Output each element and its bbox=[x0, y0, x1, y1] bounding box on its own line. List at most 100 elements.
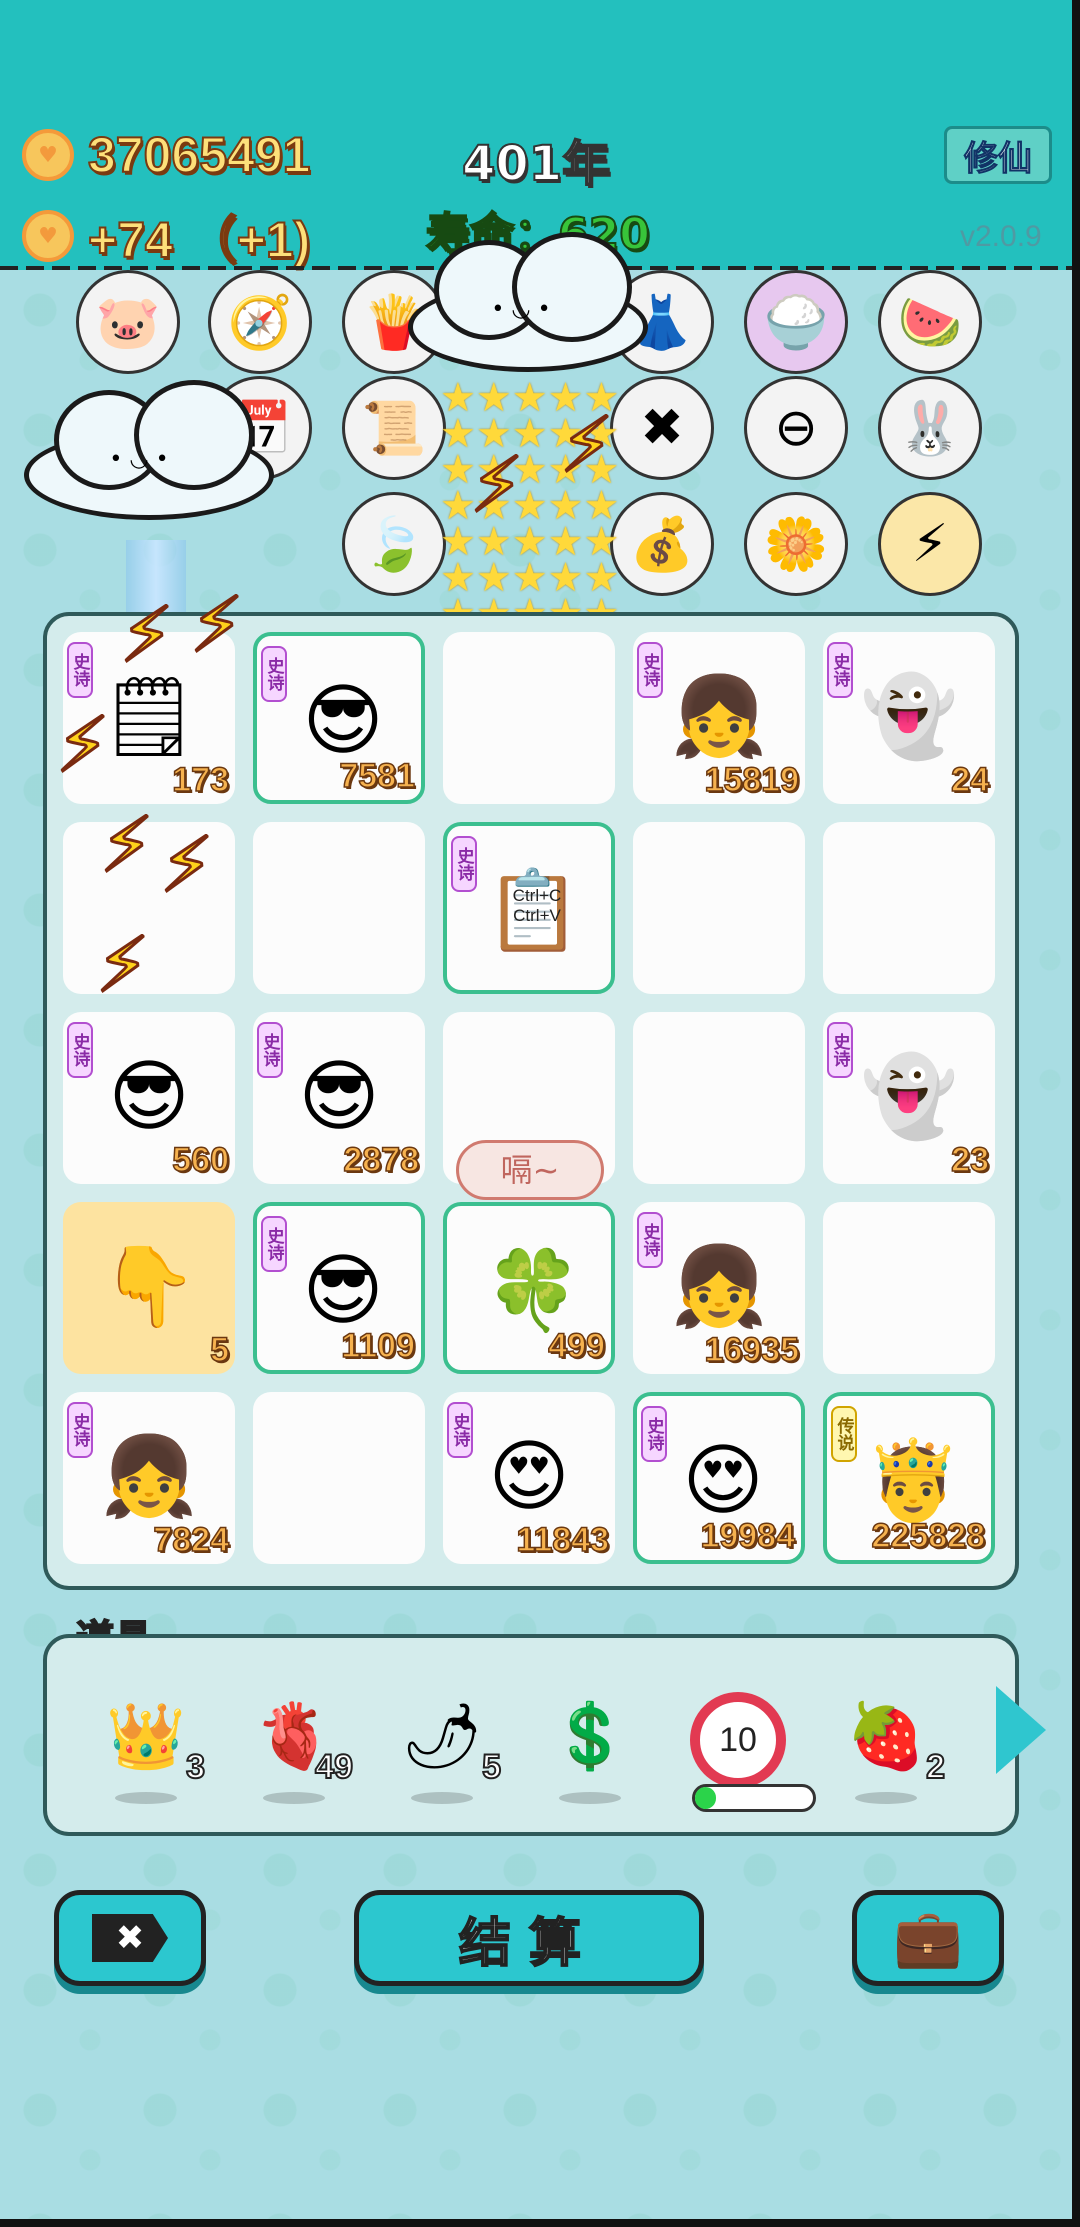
cell-count: 16935 bbox=[704, 1330, 800, 1370]
board-cell[interactable]: 🍀 499 bbox=[443, 1202, 615, 1374]
legend-tag: 传说 bbox=[831, 1406, 857, 1462]
board-cell[interactable]: 史诗 👻 23 bbox=[823, 1012, 995, 1184]
item-shadow bbox=[115, 1792, 177, 1804]
lightning-bolt: ⚡ bbox=[558, 399, 614, 491]
board-cell[interactable] bbox=[633, 822, 805, 994]
version-label: v2.0.9 bbox=[960, 220, 1042, 253]
skill-glyph: 📜 bbox=[361, 398, 427, 459]
coin-dollar-icon: 💲 bbox=[550, 1700, 630, 1774]
settle-button[interactable]: 结算 bbox=[354, 1890, 704, 1986]
epic-tag: 史诗 bbox=[257, 1022, 283, 1078]
cloud-face-icon: • ◡ • bbox=[491, 297, 551, 322]
item-shadow bbox=[855, 1792, 917, 1804]
lightning-bolt: ⚡ bbox=[94, 919, 150, 1011]
cultivate-button[interactable]: 修仙 bbox=[944, 126, 1052, 184]
board-cell[interactable]: 史诗 😎 560 bbox=[63, 1012, 235, 1184]
coin-total: 37065491 bbox=[87, 126, 311, 184]
epic-tag: 史诗 bbox=[637, 642, 663, 698]
crown-item[interactable]: 👑 3 bbox=[91, 1692, 206, 1804]
fruit-platter-icon[interactable]: 🍉 bbox=[878, 270, 982, 374]
minus-circle-icon[interactable]: ⊖ bbox=[744, 376, 848, 480]
cell-count: 7824 bbox=[153, 1520, 230, 1560]
year-label: 401年 bbox=[461, 135, 611, 193]
board-cell[interactable]: 史诗 👧 16935 bbox=[633, 1202, 805, 1374]
coin-gain-value: +74 （+1) bbox=[87, 211, 311, 269]
lightning-bolt: ⚡ bbox=[54, 699, 110, 791]
board-cell[interactable] bbox=[253, 822, 425, 994]
skill-glyph: 🍉 bbox=[897, 292, 963, 353]
skill-glyph: 🌼 bbox=[763, 514, 829, 575]
coin-dollar-item[interactable]: 💲 bbox=[535, 1692, 645, 1804]
epic-tag: 史诗 bbox=[827, 642, 853, 698]
board-cell[interactable]: 史诗 👻 24 bbox=[823, 632, 995, 804]
strawberry-item[interactable]: 🍓 2 bbox=[831, 1692, 946, 1804]
skill-glyph: ⊖ bbox=[774, 398, 818, 458]
strawberry-icon: 🍓 bbox=[846, 1700, 926, 1774]
cell-count: 225828 bbox=[871, 1516, 986, 1556]
epic-tag: 史诗 bbox=[447, 1402, 473, 1458]
epic-tag: 史诗 bbox=[637, 1212, 663, 1268]
board-cell[interactable]: 史诗 📋 Ctrl+C Ctrl+V bbox=[443, 822, 615, 994]
board-cell[interactable]: 史诗 👧 7824 bbox=[63, 1392, 235, 1564]
board-cell[interactable]: 史诗 😎 2878 bbox=[253, 1012, 425, 1184]
game-board: 史诗 🗒 173 史诗 😎 7581 史诗 👧 15819 史诗 👻 24 史诗 📋 Ctrl+C Ctrl… bbox=[43, 612, 1019, 1590]
target-ten-icon: 10 bbox=[690, 1692, 786, 1788]
item-count: 3 bbox=[185, 1747, 206, 1787]
coin-gain: +74 （+1) bbox=[22, 200, 311, 272]
board-cell[interactable]: 👇 5 bbox=[63, 1202, 235, 1374]
cell-count: 7581 bbox=[339, 756, 416, 796]
next-page-arrow-icon[interactable] bbox=[996, 1686, 1046, 1774]
board-cell[interactable]: 史诗 👧 15819 bbox=[633, 632, 805, 804]
cell-count: 1109 bbox=[340, 1326, 415, 1366]
talisman-icon[interactable]: 📜 bbox=[342, 376, 446, 480]
character-icon: 😎 bbox=[298, 1052, 380, 1142]
board-cell[interactable]: 传说 🤴 225828 bbox=[823, 1392, 995, 1564]
speech-bubble: 嗝~ bbox=[456, 1140, 604, 1200]
board-cell[interactable]: 史诗 😎 7581 bbox=[253, 632, 425, 804]
lightning-bolt: ⚡ bbox=[158, 819, 214, 911]
epic-tag: 史诗 bbox=[261, 1216, 287, 1272]
cell-count: 15819 bbox=[704, 760, 800, 800]
pepper-item[interactable]: 🌶 5 bbox=[387, 1692, 502, 1804]
cloud-right: • ◡ • bbox=[408, 232, 658, 372]
board-cell[interactable]: 史诗 😎 1109 bbox=[253, 1202, 425, 1374]
pepper-icon: 🌶 bbox=[401, 1700, 483, 1774]
skill-glyph: 💰 bbox=[629, 514, 695, 575]
item-progress-bar bbox=[692, 1784, 816, 1812]
lightning-bolt: ⚡ bbox=[98, 799, 154, 891]
liver-item[interactable]: 🫀 49 bbox=[239, 1692, 354, 1804]
cell-count: 499 bbox=[548, 1326, 606, 1366]
bag-button[interactable]: 💼 bbox=[852, 1890, 1004, 1986]
skill-glyph: 🐷 bbox=[95, 292, 161, 353]
board-cell[interactable] bbox=[253, 1392, 425, 1564]
cell-count: 24 bbox=[950, 760, 989, 800]
rabbit-icon[interactable]: 🐰 bbox=[878, 376, 982, 480]
character-icon: 👻 bbox=[860, 1052, 958, 1142]
crown-icon: 👑 bbox=[106, 1700, 186, 1774]
sack-icon[interactable]: 💰 bbox=[610, 492, 714, 596]
leaf-icon[interactable]: 🍃 bbox=[342, 492, 446, 596]
remove-button[interactable]: ✖ bbox=[54, 1890, 206, 1986]
pig-icon[interactable]: 🐷 bbox=[76, 270, 180, 374]
lightning-bolt: ⚡ bbox=[188, 579, 244, 671]
delete-tag-icon[interactable]: ✖ bbox=[610, 376, 714, 480]
cell-count: 5 bbox=[209, 1330, 229, 1370]
board-cell[interactable] bbox=[633, 1012, 805, 1184]
board-cell[interactable] bbox=[823, 822, 995, 994]
cell-count: 19984 bbox=[700, 1516, 796, 1556]
character-icon: 👇 bbox=[100, 1242, 198, 1332]
item-count: 2 bbox=[925, 1747, 946, 1787]
compass-icon[interactable]: 🧭 bbox=[208, 270, 312, 374]
epic-tag: 史诗 bbox=[67, 1402, 93, 1458]
flower-pot-icon[interactable]: 🌼 bbox=[744, 492, 848, 596]
epic-tag: 史诗 bbox=[261, 646, 287, 702]
board-cell[interactable]: 史诗 😍 19984 bbox=[633, 1392, 805, 1564]
rice-bowl-icon[interactable]: 🍚 bbox=[744, 270, 848, 374]
board-cell[interactable]: 史诗 😍 11843 bbox=[443, 1392, 615, 1564]
lightning-icon[interactable]: ⚡ bbox=[878, 492, 982, 596]
item-shadow bbox=[559, 1792, 621, 1804]
board-cell[interactable] bbox=[443, 632, 615, 804]
board-cell[interactable] bbox=[823, 1202, 995, 1374]
cell-count: 560 bbox=[172, 1140, 230, 1180]
character-icon: 👻 bbox=[860, 672, 958, 762]
